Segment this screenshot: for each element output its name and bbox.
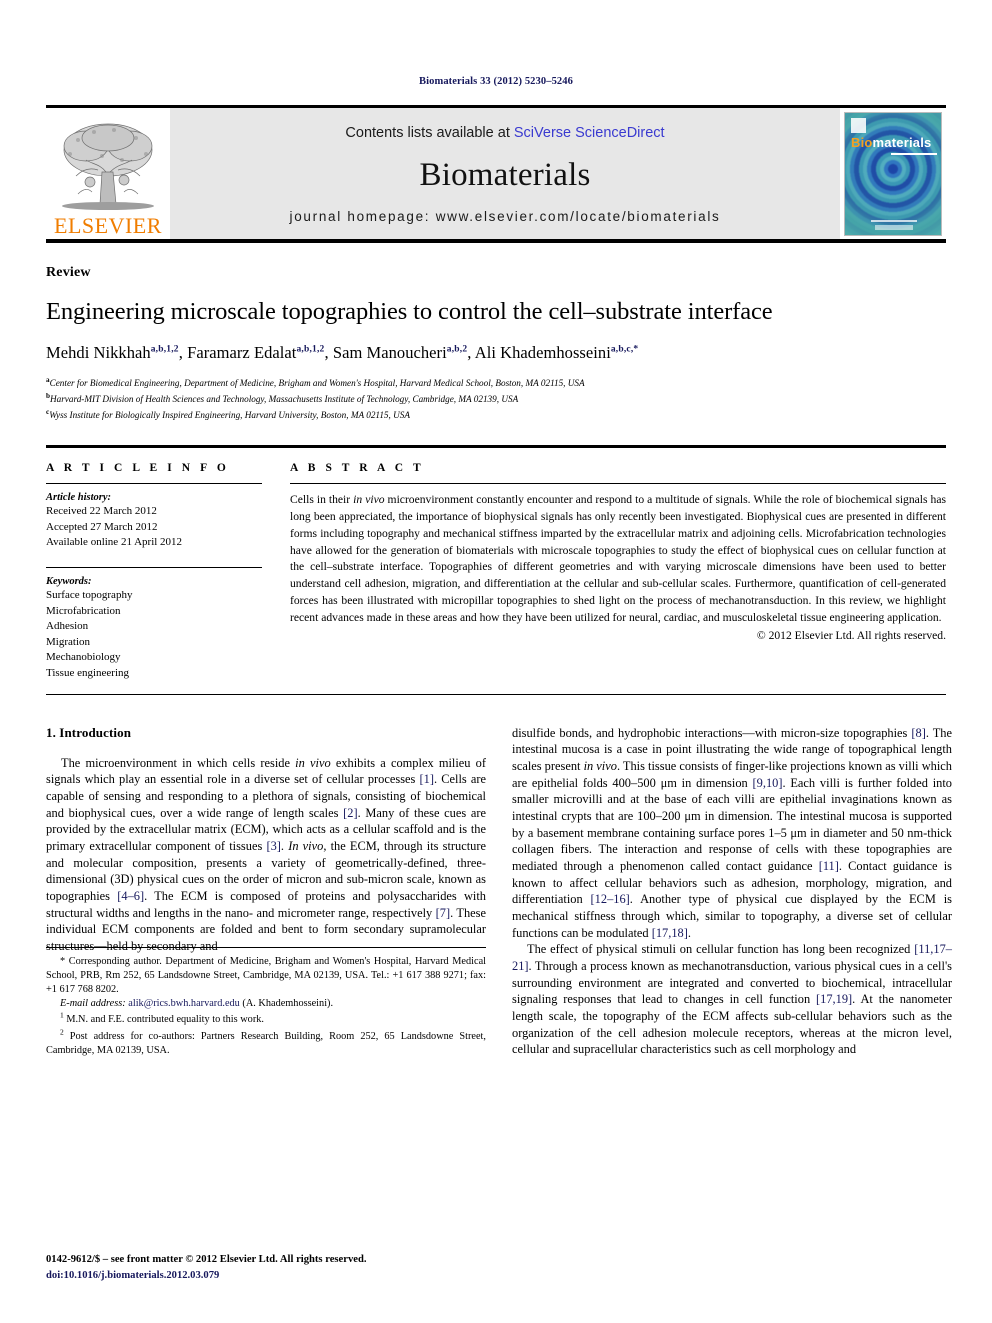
issn-front-matter: 0142-9612/$ – see front matter © 2012 El… <box>46 1254 367 1266</box>
running-head: Biomaterials 33 (2012) 5230–5246 <box>419 76 573 87</box>
cover-title: Biomaterials <box>851 135 931 150</box>
author-name: Sam Manoucheri <box>332 343 447 363</box>
contents-lists-line: Contents lists available at SciVerse Sci… <box>345 125 664 141</box>
contents-lists-prefix: Contents lists available at <box>345 125 514 141</box>
divider <box>46 567 262 569</box>
article-history-list: Received 22 March 2012 Accepted 27 March… <box>46 504 262 551</box>
affiliation-item: bHarvard-MIT Division of Health Sciences… <box>46 392 519 405</box>
affiliation-mark: b <box>46 392 50 401</box>
article-type: Review <box>46 265 91 280</box>
footnote-email-address[interactable]: alik@rics.bwh.harvard.edu <box>128 998 240 1009</box>
cover-rule <box>891 152 937 155</box>
body-paragraph: The effect of physical stimuli on cellul… <box>512 942 952 1057</box>
author-affiliation-marks: a,b,1,2 <box>296 344 325 355</box>
article-history-item: Received 22 March 2012 <box>46 505 157 518</box>
journal-homepage-line[interactable]: journal homepage: www.elsevier.com/locat… <box>290 209 721 224</box>
article-history-item: Accepted 27 March 2012 <box>46 520 158 533</box>
keywords-list: Surface topography Microfabrication Adhe… <box>46 588 262 682</box>
divider <box>46 693 946 695</box>
keywords-group: Keywords: Surface topography Microfabric… <box>46 567 262 682</box>
footnote-email-suffix: (A. Khademhosseini). <box>242 997 334 1009</box>
footnote-corresponding-text: * Corresponding author. Department of Me… <box>46 955 486 995</box>
body-paragraph: The microenvironment in which cells resi… <box>46 755 487 954</box>
keyword-item: Migration <box>46 635 90 648</box>
cover-title-bio: Bio <box>851 134 873 150</box>
cover-title-materials: materials <box>872 134 932 150</box>
abstract-copyright: © 2012 Elsevier Ltd. All rights reserved… <box>756 628 946 642</box>
section-heading-introduction: 1. Introduction <box>46 724 132 740</box>
keyword-item: Tissue engineering <box>46 667 130 680</box>
abstract-heading: A B S T R A C T <box>290 462 425 475</box>
body-paragraph: disulfide bonds, and hydrophobic interac… <box>512 725 952 940</box>
footnote-marker-1: 1 <box>60 1011 64 1021</box>
page-title: Engineering microscale topographies to c… <box>46 298 773 325</box>
footnote-marker-2: 2 <box>60 1027 64 1037</box>
elsevier-logo: ELSEVIER <box>46 108 170 239</box>
article-body: 1. Introduction The microenvironment in … <box>46 725 952 1058</box>
divider <box>290 483 946 485</box>
elsevier-tree-icon <box>56 120 160 214</box>
footnote-note-1-text: M.N. and F.E. contributed equality to th… <box>66 1014 264 1026</box>
footnote-note-2-text: Post address for co-authors: Partners Re… <box>46 1030 486 1057</box>
author-affiliation-marks: a,b,2 <box>446 344 468 355</box>
journal-title: Biomaterials <box>419 156 591 193</box>
cover-footer-box <box>875 224 913 230</box>
footnote-note-1: 1 M.N. and F.E. contributed equality to … <box>46 1011 486 1028</box>
footnote-email-label: E-mail address: <box>60 997 126 1009</box>
author-affiliation-marks: a,b,c,* <box>610 344 639 355</box>
keyword-item: Mechanobiology <box>46 651 121 664</box>
journal-cover-thumbnail[interactable]: Biomaterials <box>840 108 946 239</box>
footnotes: * Corresponding author. Department of Me… <box>46 946 486 1059</box>
keyword-item: Microfabrication <box>46 604 121 617</box>
author-affiliation-marks: a,b,1,2 <box>150 344 179 355</box>
journal-article-page: Biomaterials 33 (2012) 5230–5246 ELSEVIE… <box>0 0 992 1323</box>
abstract-italic-term: in vivo <box>353 493 385 507</box>
divider <box>46 483 262 485</box>
article-history-label: Article history: <box>46 492 112 504</box>
author-list: Mehdi Nikkhaha,b,1,2, Faramarz Edalata,b… <box>46 343 639 363</box>
affiliation-mark: a <box>46 376 50 385</box>
sciencedirect-link[interactable]: SciVerse ScienceDirect <box>514 125 665 141</box>
article-history-item: Available online 21 April 2012 <box>46 536 183 549</box>
elsevier-wordmark: ELSEVIER <box>54 213 162 238</box>
article-info-heading: A R T I C L E I N F O <box>46 462 230 475</box>
colophon: 0142-9612/$ – see front matter © 2012 El… <box>46 1252 486 1283</box>
footnote-email: E-mail address: alik@rics.bwh.harvard.ed… <box>46 997 486 1011</box>
doi-line[interactable]: doi:10.1016/j.biomaterials.2012.03.079 <box>46 1268 486 1283</box>
affiliation-list: aCenter for Biomedical Engineering, Depa… <box>46 375 946 423</box>
author-name: Faramarz Edalat <box>187 343 297 363</box>
journal-banner: Contents lists available at SciVerse Sci… <box>170 108 840 239</box>
footnote-note-2: 2 Post address for co-authors: Partners … <box>46 1028 486 1059</box>
body-column-right: disulfide bonds, and hydrophobic interac… <box>512 725 952 1058</box>
body-column-left: 1. Introduction The microenvironment in … <box>46 725 486 1058</box>
keyword-item: Adhesion <box>46 620 89 633</box>
journal-masthead: ELSEVIER Contents lists available at Sci… <box>46 105 946 243</box>
footnote-corresponding-author: * Corresponding author. Department of Me… <box>46 955 486 997</box>
affiliation-item: aCenter for Biomedical Engineering, Depa… <box>46 376 585 389</box>
keyword-item: Surface topography <box>46 589 133 602</box>
article-info-abstract-block: A R T I C L E I N F O Article history: R… <box>46 445 946 681</box>
affiliation-item: cWyss Institute for Biologically Inspire… <box>46 408 410 421</box>
keywords-label: Keywords: <box>46 576 92 588</box>
author-name: Mehdi Nikkhah <box>46 343 151 363</box>
affiliation-mark: c <box>46 408 50 417</box>
abstract-text: Cells in their in vivo microenvironment … <box>290 493 946 624</box>
author-name: Ali Khademhosseini <box>474 343 611 363</box>
abstract-column: A B S T R A C T Cells in their in vivo m… <box>290 462 946 681</box>
article-info-column: A R T I C L E I N F O Article history: R… <box>46 462 290 681</box>
cover-elsevier-icon <box>851 117 866 133</box>
cover-footer-line <box>871 219 917 222</box>
